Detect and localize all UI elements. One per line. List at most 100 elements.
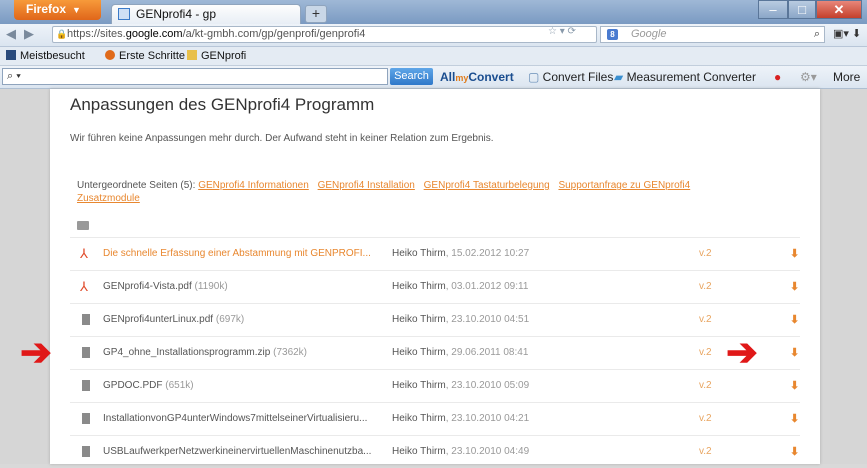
url-input[interactable]: 🔒 https://sites.google.com/a/kt-gmbh.com… xyxy=(52,26,597,43)
file-icon: ▢ xyxy=(528,70,543,84)
convert-files-label: Convert Files xyxy=(542,70,614,84)
download-icon[interactable]: ⬇ xyxy=(790,313,799,326)
pdf-icon: ⅄ xyxy=(80,279,88,294)
bookmark-meistbesucht[interactable]: Meistbesucht xyxy=(6,47,85,65)
convert-files-link[interactable]: ▢ Convert Files xyxy=(528,70,613,84)
forward-icon[interactable]: ▶ xyxy=(24,26,34,42)
download-icon[interactable]: ⬇ xyxy=(790,280,799,293)
download-icon[interactable]: ⬇ xyxy=(790,247,799,260)
document-icon xyxy=(82,380,90,391)
file-size: (651k) xyxy=(165,380,194,391)
file-name-link[interactable]: InstallationvonGP4unterWindows7mittelsei… xyxy=(103,413,390,424)
google-icon: 8 xyxy=(607,29,618,40)
firefox-menu-button[interactable]: Firefox ▼ xyxy=(14,0,101,20)
file-version-link[interactable]: v.2 xyxy=(699,281,712,292)
new-tab-button[interactable]: + xyxy=(305,5,327,23)
file-version-link[interactable]: v.2 xyxy=(699,380,712,391)
file-name: InstallationvonGP4unterWindows7mittelsei… xyxy=(103,413,368,424)
document-icon xyxy=(82,413,90,424)
file-name-link[interactable]: USBLaufwerkperNetzwerkineinervirtuellenM… xyxy=(103,446,390,457)
bookmark-label: Erste Schritte xyxy=(119,50,186,62)
toolbar-search-input[interactable]: ⌕ ▾ xyxy=(2,68,388,85)
file-name: USBLaufwerkperNetzwerkineinervirtuellenM… xyxy=(103,446,372,457)
subpages-list: Untergeordnete Seiten (5): GENprofi4 Inf… xyxy=(77,179,747,205)
page-title: Anpassungen des GENprofi4 Programm xyxy=(70,95,375,114)
bookmark-genprofi[interactable]: GENprofi xyxy=(187,47,246,65)
subpage-link[interactable]: GENprofi4 Installation xyxy=(318,180,415,191)
bookmark-erste-schritte[interactable]: Erste Schritte xyxy=(105,47,185,65)
file-name: Die schnelle Erfassung einer Abstammung … xyxy=(103,248,371,259)
file-row: ⅄ Die schnelle Erfassung einer Abstammung… xyxy=(70,237,800,270)
lock-icon: 🔒 xyxy=(56,29,68,39)
file-name: GPDOC.PDF xyxy=(103,380,163,391)
file-name-link[interactable]: Die schnelle Erfassung einer Abstammung … xyxy=(103,248,390,259)
file-name-link[interactable]: GENprofi4unterLinux.pdf (697k) xyxy=(103,314,390,325)
magnifier-icon[interactable]: ⌕ xyxy=(814,27,820,42)
file-size: (697k) xyxy=(215,314,245,325)
file-name: GENprofi4unterLinux.pdf xyxy=(103,314,214,325)
file-name-link[interactable]: GPDOC.PDF (651k) xyxy=(103,380,390,391)
file-version-link[interactable]: v.2 xyxy=(699,446,712,457)
pdf-icon: ⅄ xyxy=(80,246,88,261)
more-menu[interactable]: More xyxy=(833,70,860,84)
file-name: GP4_ohne_Installationsprogramm.zip xyxy=(103,347,271,358)
folder-icon xyxy=(187,50,197,60)
allmyconvert-link[interactable]: AllmyConvert xyxy=(440,70,514,84)
intro-text: Wir führen keine Anpassungen mehr durch.… xyxy=(70,133,494,144)
file-name-link[interactable]: GP4_ohne_Installationsprogramm.zip (7362… xyxy=(103,347,390,358)
download-icon[interactable]: ⬇ xyxy=(790,346,799,359)
file-version-link[interactable]: v.2 xyxy=(699,314,712,325)
file-user: Heiko Thirm xyxy=(392,281,446,292)
file-row: GENprofi4unterLinux.pdf (697k) Heiko Thir… xyxy=(70,303,800,336)
tools-icon[interactable]: ⚙▾ xyxy=(800,70,817,84)
file-meta: Heiko Thirm, 15.02.2012 10:27 xyxy=(392,248,530,259)
close-window-button[interactable]: ✕ xyxy=(816,0,862,19)
subpage-link[interactable]: Zusatzmodule xyxy=(77,193,140,204)
document-icon xyxy=(82,314,90,325)
page-content: Anpassungen des GENprofi4 Programm Wir f… xyxy=(50,89,820,464)
subpage-link[interactable]: GENprofi4 Tastaturbelegung xyxy=(424,180,550,191)
file-date: 03.01.2012 09:11 xyxy=(451,281,529,292)
adblock-icon[interactable]: ● xyxy=(774,70,781,84)
file-version-link[interactable]: v.2 xyxy=(699,347,712,358)
measurement-label: Measurement Converter xyxy=(626,70,756,84)
bookmarks-bar: Meistbesucht Erste Schritte GENprofi xyxy=(0,47,867,66)
file-meta: Heiko Thirm, 23.10.2010 04:51 xyxy=(392,314,530,325)
red-arrow-right-icon: ➔ xyxy=(726,332,758,374)
url-path: /a/kt-gmbh.com/gp/genprofi/genprofi4 xyxy=(182,28,366,40)
back-icon[interactable]: ◀ xyxy=(6,26,16,42)
measurement-converter-link[interactable]: ▰ Measurement Converter xyxy=(614,70,756,84)
bookmarks-icon xyxy=(6,50,16,60)
download-icon[interactable]: ⬇ xyxy=(790,445,799,458)
file-name-link[interactable]: GENprofi4-Vista.pdf (1190k) xyxy=(103,281,390,292)
file-user: Heiko Thirm xyxy=(392,446,446,457)
file-row: InstallationvonGP4unterWindows7mittelsei… xyxy=(70,402,800,435)
toolbar-search-button[interactable]: Search xyxy=(390,68,433,85)
file-meta: Heiko Thirm, 23.10.2010 05:09 xyxy=(392,380,530,391)
maximize-button[interactable]: □ xyxy=(788,0,816,19)
firefox-icon xyxy=(105,50,115,60)
minimize-button[interactable]: – xyxy=(758,0,788,19)
download-icon[interactable]: ⬇ xyxy=(790,412,799,425)
file-version-link[interactable]: v.2 xyxy=(699,248,712,259)
bookmark-star-icon[interactable]: ☆ ▾ ⟳ xyxy=(548,26,576,37)
tab-genprofi4[interactable]: GENprofi4 - gp xyxy=(111,4,301,24)
subpage-link[interactable]: Supportanfrage zu GENprofi4 xyxy=(558,180,690,191)
file-user: Heiko Thirm xyxy=(392,248,446,259)
file-user: Heiko Thirm xyxy=(392,314,446,325)
search-placeholder: Google xyxy=(631,28,667,40)
subpage-link[interactable]: GENprofi4 Informationen xyxy=(198,180,309,191)
convert-label: Convert xyxy=(468,70,514,84)
document-icon xyxy=(82,347,90,358)
file-version-link[interactable]: v.2 xyxy=(699,413,712,424)
search-engine-input[interactable]: 8 Google ⌕ xyxy=(600,26,825,43)
file-name: GENprofi4-Vista.pdf xyxy=(103,281,192,292)
url-prefix: https://sites. xyxy=(67,28,126,40)
addons-icon[interactable]: ▣▾ ⬇ xyxy=(833,27,861,40)
tab-title: GENprofi4 - gp xyxy=(136,7,217,21)
file-meta: Heiko Thirm, 29.06.2011 08:41 xyxy=(392,347,529,358)
file-row: ⅄ GENprofi4-Vista.pdf (1190k) Heiko Thirm,… xyxy=(70,270,800,303)
navigation-bar: ◀ ▶ 🔒 https://sites.google.com/a/kt-gmbh… xyxy=(0,24,867,47)
folder-icon[interactable] xyxy=(77,221,89,230)
download-icon[interactable]: ⬇ xyxy=(790,379,799,392)
